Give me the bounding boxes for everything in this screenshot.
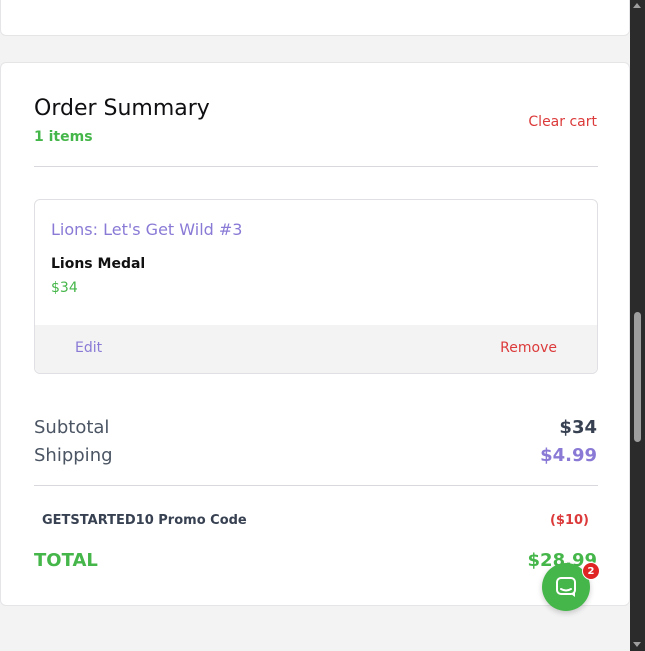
clear-cart-link[interactable]: Clear cart	[528, 114, 597, 130]
shipping-label: Shipping	[34, 445, 113, 466]
scroll-up-arrow-icon[interactable]	[633, 3, 641, 8]
divider	[34, 166, 598, 167]
promo-code-value: ($10)	[549, 513, 589, 528]
edit-button[interactable]: Edit	[75, 340, 102, 356]
cart-item-title[interactable]: Lions: Let's Get Wild #3	[51, 220, 242, 239]
scrollbar-thumb[interactable]	[634, 312, 641, 442]
cart-item-card: Lions: Let's Get Wild #3 Lions Medal $34…	[34, 199, 598, 374]
scroll-down-arrow-icon[interactable]	[633, 642, 641, 647]
cart-item-variant: Lions Medal	[51, 256, 146, 272]
total-label: TOTAL	[34, 550, 98, 571]
page-scrollbar[interactable]	[630, 0, 645, 651]
remove-button[interactable]: Remove	[500, 340, 557, 356]
divider	[34, 485, 598, 486]
shipping-value: $4.99	[540, 445, 597, 466]
previous-section-card	[0, 0, 630, 36]
promo-code-label: GETSTARTED10 Promo Code	[42, 513, 247, 528]
order-summary-card: Order Summary 1 items Clear cart Lions: …	[0, 62, 630, 606]
cart-item-price: $34	[51, 280, 78, 296]
subtotal-value: $34	[559, 417, 597, 438]
subtotal-label: Subtotal	[34, 417, 110, 438]
items-count: 1 items	[34, 129, 93, 145]
order-summary-title: Order Summary	[34, 96, 210, 121]
chat-notification-badge: 2	[582, 562, 600, 580]
cart-item-actions: Edit Remove	[35, 325, 597, 373]
